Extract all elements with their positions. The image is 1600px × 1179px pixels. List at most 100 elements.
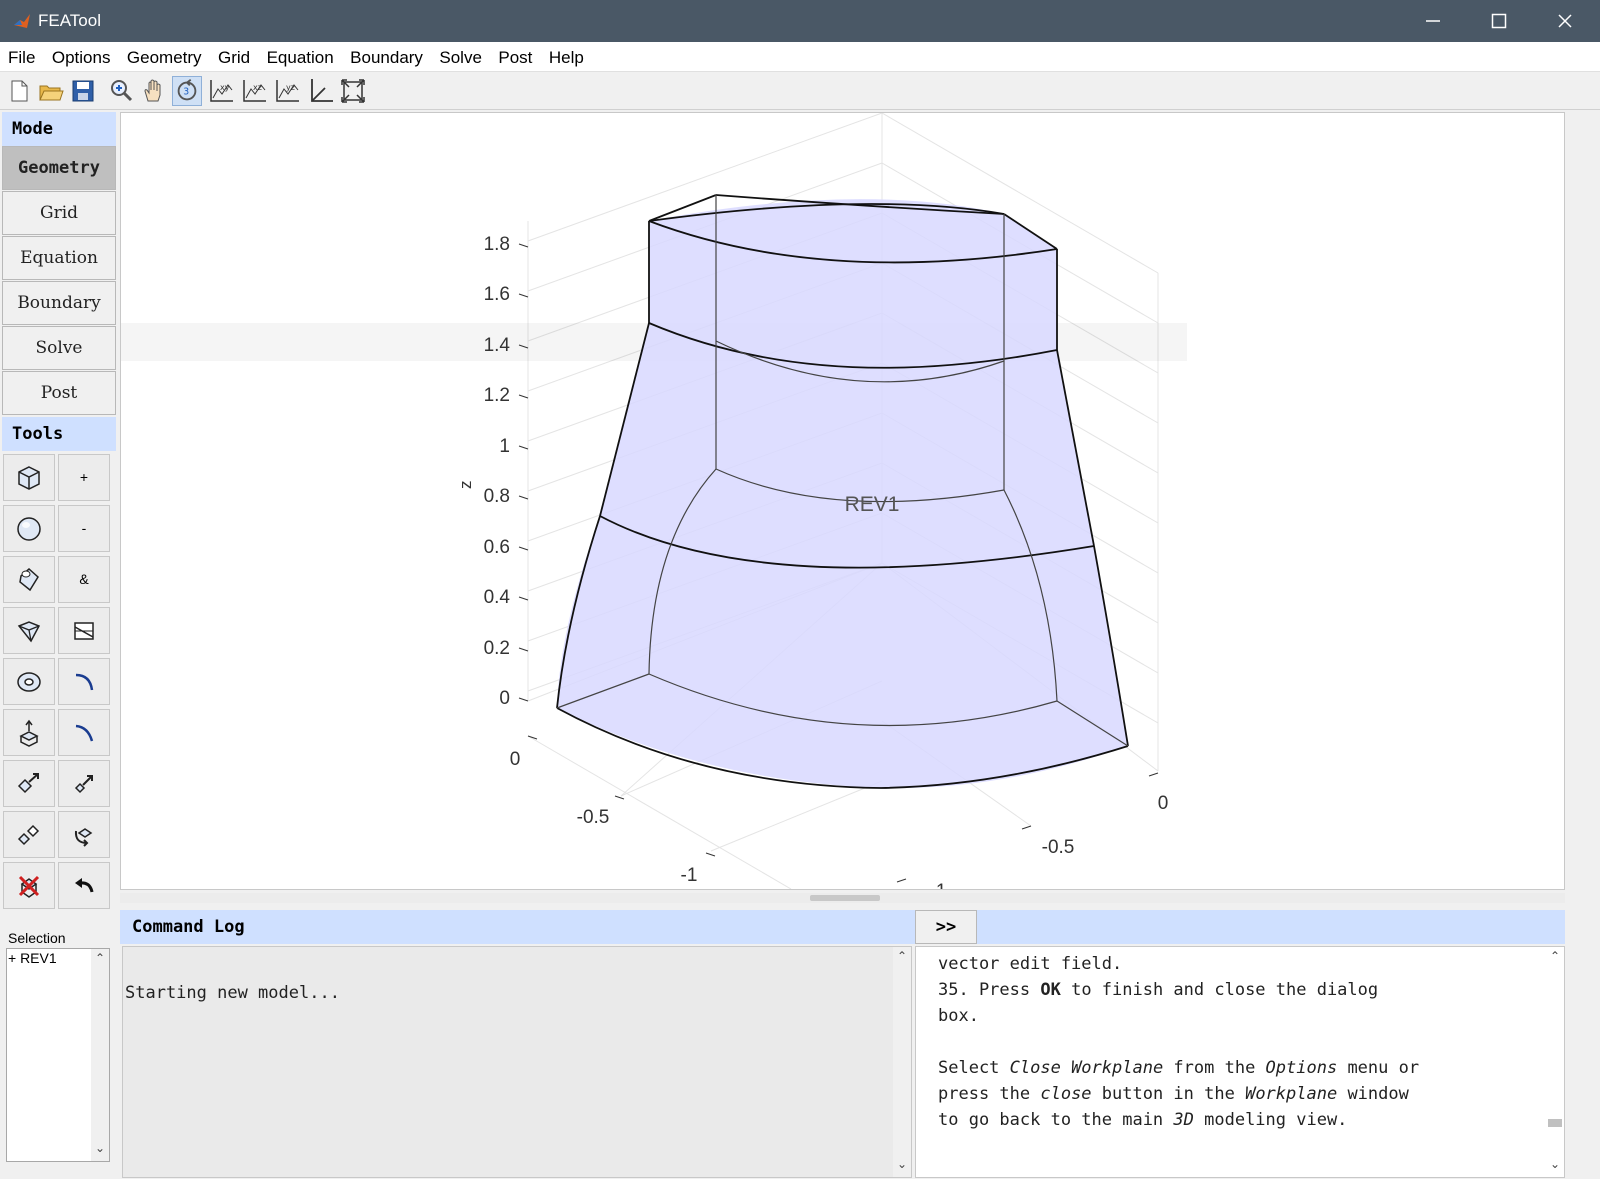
menu-bar: File Options Geometry Grid Equation Boun… xyxy=(0,42,1600,72)
save-button[interactable] xyxy=(68,76,98,106)
create-torus-button[interactable] xyxy=(3,658,55,705)
move-object-button[interactable] xyxy=(3,760,55,807)
open-button[interactable] xyxy=(36,76,66,106)
rotate-button[interactable]: 3 xyxy=(172,76,202,106)
menu-boundary[interactable]: Boundary xyxy=(350,42,423,68)
scroll-down-icon[interactable]: ⌄ xyxy=(1546,1157,1564,1175)
svg-text:xz: xz xyxy=(253,83,262,92)
chamfer-icon xyxy=(75,724,94,742)
command-log-panel: Command Log >> Starting new model... ⌃ ⌄… xyxy=(120,908,1565,1179)
save-icon xyxy=(72,80,94,102)
menu-help[interactable]: Help xyxy=(549,42,584,68)
menu-geometry[interactable]: Geometry xyxy=(127,42,202,68)
menu-solve[interactable]: Solve xyxy=(439,42,482,68)
zoom-icon xyxy=(111,80,133,102)
view-3d-button[interactable] xyxy=(305,76,335,106)
svg-text:yz: yz xyxy=(286,83,295,92)
mode-geometry-button[interactable]: Geometry xyxy=(2,146,116,190)
scroll-up-icon[interactable]: ⌃ xyxy=(893,949,911,967)
window-title: FEATool xyxy=(38,11,101,30)
splitter-grip[interactable] xyxy=(810,895,880,901)
z-tick-label: 1.2 xyxy=(484,385,510,406)
union-button[interactable]: + xyxy=(58,454,110,501)
geometry-3d-view[interactable]: REV1 1.8 1.6 1.4 1.2 1 0.8 0.6 0.4 0.2 0… xyxy=(121,113,1565,890)
zoom-extents-button[interactable] xyxy=(338,76,368,106)
y-tick-label: -0.5 xyxy=(1042,837,1075,858)
create-block-button[interactable] xyxy=(3,454,55,501)
menu-equation[interactable]: Equation xyxy=(267,42,334,68)
create-cylinder-button[interactable] xyxy=(3,556,55,603)
scroll-up-icon[interactable]: ⌃ xyxy=(91,951,109,969)
split-button[interactable] xyxy=(58,607,110,654)
z-tick-label: 0 xyxy=(499,688,510,709)
scroll-down-icon[interactable]: ⌄ xyxy=(893,1157,911,1175)
log-line: Starting new model... xyxy=(125,983,340,1003)
chamfer-button[interactable] xyxy=(58,709,110,756)
scale-object-icon xyxy=(74,775,93,794)
sphere-icon xyxy=(17,517,41,541)
z-axis-label: z xyxy=(456,481,475,490)
extrude-button[interactable] xyxy=(3,709,55,756)
view-xz-button[interactable]: xz xyxy=(239,76,269,106)
copy-object-button[interactable] xyxy=(3,811,55,858)
subtract-button[interactable]: - xyxy=(58,505,110,552)
create-sphere-button[interactable] xyxy=(3,505,55,552)
menu-post[interactable]: Post xyxy=(498,42,532,68)
mode-equation-button[interactable]: Equation xyxy=(2,236,116,280)
z-tick-label: 0.8 xyxy=(484,486,510,507)
help-scrollbar[interactable]: ⌃ ⌄ xyxy=(1546,947,1564,1177)
scale-object-button[interactable] xyxy=(58,760,110,807)
delete-object-button[interactable] xyxy=(3,862,55,909)
fillet-button[interactable] xyxy=(58,658,110,705)
x-tick-label: -0.5 xyxy=(577,807,610,828)
minimize-button[interactable] xyxy=(1400,0,1466,42)
panel-splitter[interactable] xyxy=(120,893,1565,903)
command-log-text[interactable]: Starting new model... ⌃ ⌄ xyxy=(122,946,912,1178)
menu-options[interactable]: Options xyxy=(52,42,111,68)
undo-icon xyxy=(75,878,94,893)
expand-help-button[interactable]: >> xyxy=(915,910,977,944)
svg-text:xy: xy xyxy=(220,83,230,92)
pan-button[interactable] xyxy=(139,76,169,106)
svg-text:3: 3 xyxy=(183,87,189,98)
selection-list[interactable]: + REV1 ⌃ ⌄ xyxy=(6,948,110,1162)
log-scrollbar[interactable]: ⌃ ⌄ xyxy=(893,947,911,1177)
rotate-object-button[interactable] xyxy=(58,811,110,858)
view-xy-button[interactable]: xy xyxy=(206,76,236,106)
z-axis: 1.8 1.6 1.4 1.2 1 0.8 0.6 0.4 0.2 0 z xyxy=(456,234,529,709)
mode-grid-button[interactable]: Grid xyxy=(2,191,116,235)
fillet-icon xyxy=(75,673,94,691)
selection-scrollbar[interactable]: ⌃ ⌄ xyxy=(91,949,109,1161)
title-bar: FEATool xyxy=(0,0,1600,42)
undo-button[interactable] xyxy=(58,862,110,909)
view-3d-axes-icon xyxy=(311,79,333,102)
view-yz-icon: yz xyxy=(276,80,299,102)
mode-solve-button[interactable]: Solve xyxy=(2,326,116,370)
torus-icon xyxy=(17,672,41,692)
new-file-icon xyxy=(11,80,28,102)
scroll-thumb[interactable] xyxy=(1548,1119,1562,1127)
geometry-plot[interactable]: REV1 1.8 1.6 1.4 1.2 1 0.8 0.6 0.4 0.2 0… xyxy=(120,112,1565,890)
mode-boundary-button[interactable]: Boundary xyxy=(2,281,116,325)
intersect-button[interactable]: & xyxy=(58,556,110,603)
mode-post-button[interactable]: Post xyxy=(2,371,116,415)
zoom-button[interactable] xyxy=(106,76,136,106)
scroll-down-icon[interactable]: ⌄ xyxy=(91,1141,109,1159)
menu-file[interactable]: File xyxy=(8,42,35,68)
close-icon xyxy=(1558,14,1572,28)
create-cone-button[interactable] xyxy=(3,607,55,654)
new-model-button[interactable] xyxy=(4,76,34,106)
menu-grid[interactable]: Grid xyxy=(218,42,250,68)
help-line: vector edit field. xyxy=(938,954,1123,974)
help-text-panel[interactable]: vector edit field. 35. Press OK to finish… xyxy=(915,946,1565,1178)
rotate-3d-icon: 3 xyxy=(177,79,197,101)
view-xy-icon: xy xyxy=(210,80,233,102)
scroll-up-icon[interactable]: ⌃ xyxy=(1546,949,1564,967)
close-window-button[interactable] xyxy=(1532,0,1598,42)
rev1-body[interactable]: REV1 xyxy=(556,194,1129,789)
z-tick-label: 1.6 xyxy=(484,284,510,305)
selection-item[interactable]: + REV1 xyxy=(8,950,57,966)
z-tick-label: 1 xyxy=(499,436,510,457)
view-yz-button[interactable]: yz xyxy=(272,76,302,106)
maximize-button[interactable] xyxy=(1466,0,1532,42)
